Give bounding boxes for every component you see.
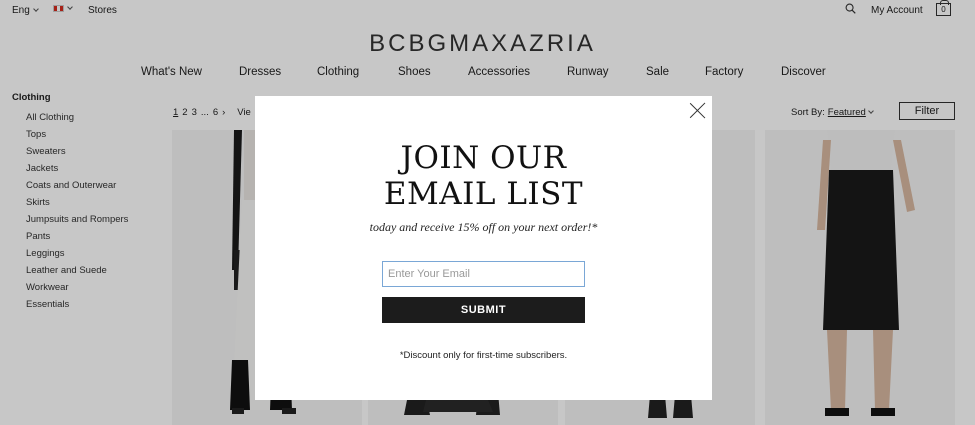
headline-line-2: EMAIL LIST <box>383 176 584 212</box>
email-signup-modal: JOIN OUR EMAIL LIST today and receive 15… <box>255 96 712 400</box>
email-input[interactable] <box>382 261 585 287</box>
modal-headline: JOIN OUR EMAIL LIST <box>255 140 712 212</box>
submit-button[interactable]: SUBMIT <box>382 297 585 323</box>
modal-disclaimer: *Discount only for first-time subscriber… <box>399 350 568 361</box>
headline-line-1: JOIN OUR <box>400 140 567 176</box>
modal-subtext: today and receive 15% off on your next o… <box>369 220 598 234</box>
close-icon[interactable] <box>690 102 706 118</box>
